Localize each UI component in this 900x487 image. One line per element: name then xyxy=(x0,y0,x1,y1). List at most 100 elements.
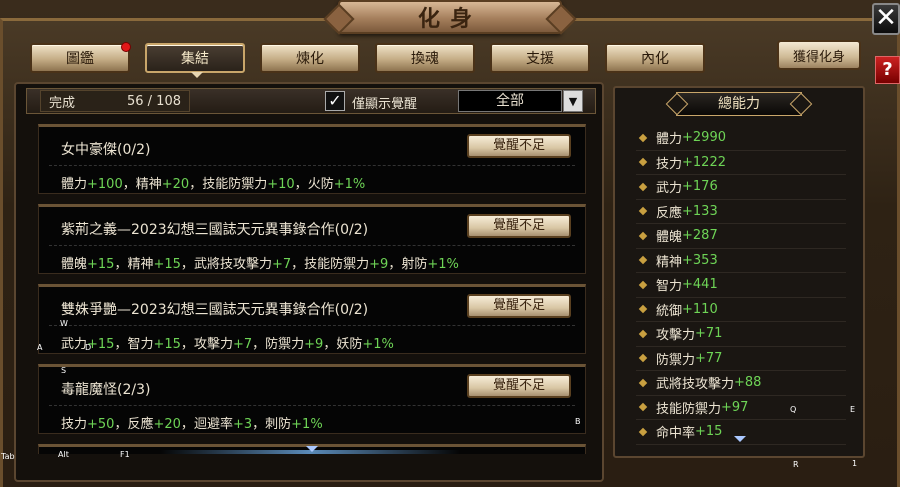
total-stat-row: 體魄 +287 xyxy=(636,224,846,249)
total-stat-value: +287 xyxy=(682,228,718,244)
hotkey-label: Q xyxy=(790,405,797,414)
awaken-button[interactable]: 覺醒不足 xyxy=(467,214,571,238)
tab-label: 換魂 xyxy=(411,51,439,67)
diamond-bullet-icon xyxy=(638,329,648,338)
hotkey-label: W xyxy=(60,319,68,328)
stat-separator: ， xyxy=(388,257,402,272)
tab-gather[interactable]: 集結 xyxy=(145,43,245,78)
scroll-down-icon[interactable] xyxy=(734,436,746,442)
total-stat-value: +441 xyxy=(682,277,718,293)
awaken-button[interactable]: 覺醒不足 xyxy=(467,374,571,398)
tab-refine[interactable]: 煉化 xyxy=(260,43,360,73)
total-stat-value: +110 xyxy=(682,301,718,317)
stat-name: 技力 xyxy=(61,417,88,432)
stat-name: 體魄 xyxy=(61,257,88,272)
tab-label: 內化 xyxy=(641,51,669,67)
stat-bonus: +9 xyxy=(369,257,389,272)
diamond-bullet-icon xyxy=(638,133,648,142)
stat-separator: ， xyxy=(180,257,194,272)
stat-name: 防禦力 xyxy=(265,337,305,352)
total-stat-value: +176 xyxy=(682,179,718,195)
hotkey-label: F1 xyxy=(120,450,130,459)
stat-separator: ， xyxy=(294,177,308,192)
stat-bonus: +15 xyxy=(87,257,115,272)
total-stat-value: +71 xyxy=(695,326,723,342)
card-stats: 武力+15，智力+15，攻擊力+7，防禦力+9，妖防+1% xyxy=(61,333,394,352)
stat-name: 攻擊力 xyxy=(193,337,233,352)
stat-separator: ， xyxy=(323,337,337,352)
hotkey-label: R xyxy=(793,460,799,469)
stat-name: 精神 xyxy=(127,257,154,272)
card-title: 女中豪傑(0/2) xyxy=(61,142,151,158)
awakened-only-checkbox[interactable]: ✓ xyxy=(325,91,345,111)
stat-bonus: +1% xyxy=(362,337,394,352)
total-stat-row: 反應 +133 xyxy=(636,200,846,224)
hotkey-label: S xyxy=(61,366,67,375)
total-stat-value: +2990 xyxy=(682,130,726,146)
scroll-down-icon[interactable] xyxy=(306,446,318,452)
stat-bonus: +9 xyxy=(304,337,324,352)
collection-card: 毒龍魔怪(2/3) 覺醒不足 技力+50，反應+20，迴避率+3，刺防+1% xyxy=(38,364,586,434)
diamond-bullet-icon xyxy=(638,403,648,412)
total-stat-name: 統御 xyxy=(656,303,683,319)
tab-label: 圖鑑 xyxy=(66,51,94,67)
stat-bonus: +3 xyxy=(232,417,253,432)
tab-label: 集結 xyxy=(181,51,209,67)
stat-bonus: +10 xyxy=(267,177,295,192)
stat-name: 智力 xyxy=(127,337,154,352)
diamond-bullet-icon xyxy=(638,378,648,387)
stat-bonus: +7 xyxy=(232,337,253,352)
window-title: 化身 xyxy=(417,6,482,32)
total-stat-row: 技能防禦力 +97 xyxy=(636,396,846,420)
hotkey-label: Alt xyxy=(58,450,69,459)
stat-separator: ， xyxy=(114,417,128,432)
hotkey-label: 1 xyxy=(852,459,858,468)
card-title: 雙姝爭艷—2023幻想三國誌天元異事錄合作(0/2) xyxy=(61,302,369,318)
obtain-avatar-button[interactable]: 獲得化身 xyxy=(777,40,861,70)
total-stat-row: 防禦力 +77 xyxy=(636,347,846,371)
total-stat-value: +77 xyxy=(695,350,723,366)
stat-separator: ， xyxy=(252,337,266,352)
stat-bonus: +1% xyxy=(333,177,366,192)
card-title: 紫荊之義—2023幻想三國誌天元異事錄合作(0/2) xyxy=(61,222,369,238)
stat-bonus: +7 xyxy=(271,257,292,272)
total-stats-header: 總能力 xyxy=(676,92,802,116)
stat-name: 射防 xyxy=(401,257,428,272)
total-stat-row: 統御 +110 xyxy=(636,298,846,322)
hotkey-label: Tab xyxy=(1,452,15,461)
stat-bonus: +1% xyxy=(291,417,323,432)
stat-separator: ， xyxy=(114,257,128,272)
total-stat-name: 武將技攻擊力 xyxy=(656,377,735,393)
stat-bonus: +15 xyxy=(153,257,181,272)
total-stat-value: +133 xyxy=(682,203,718,219)
hotkey-label: E xyxy=(850,405,856,414)
progress-value: 56 / 108 xyxy=(127,93,181,109)
tab-illustrated[interactable]: 圖鑑 xyxy=(30,42,131,73)
stat-separator: ， xyxy=(189,177,203,192)
close-button[interactable]: ✕ xyxy=(872,3,900,35)
tab-support[interactable]: 支援 xyxy=(490,43,590,73)
total-stat-row: 體力 +2990 xyxy=(636,126,846,151)
diamond-bullet-icon xyxy=(638,354,648,363)
stat-bonus: +50 xyxy=(87,417,115,432)
total-stat-row: 武力 +176 xyxy=(636,175,846,200)
title-banner: 化身 xyxy=(338,0,562,34)
category-select[interactable]: 全部 xyxy=(458,90,562,112)
stat-separator: ， xyxy=(291,257,305,272)
total-stat-row: 武將技攻擊力 +88 xyxy=(636,371,846,396)
stat-name: 迴避率 xyxy=(193,417,233,432)
card-divider xyxy=(49,405,575,406)
diamond-bullet-icon xyxy=(638,182,648,191)
awaken-button[interactable]: 覺醒不足 xyxy=(467,134,571,158)
card-stats: 體力+100，精神+20，技能防禦力+10，火防+1% xyxy=(61,173,365,192)
help-button[interactable]: ? xyxy=(875,56,900,84)
tab-soul-swap[interactable]: 換魂 xyxy=(375,43,475,73)
dropdown-arrow-icon[interactable]: ▼ xyxy=(563,90,583,112)
diamond-bullet-icon xyxy=(638,256,648,265)
total-stat-value: +15 xyxy=(695,424,723,440)
card-divider xyxy=(49,325,575,326)
tab-internalize[interactable]: 內化 xyxy=(605,43,705,73)
stat-bonus: +20 xyxy=(161,177,190,192)
awaken-button[interactable]: 覺醒不足 xyxy=(467,294,571,318)
total-stat-value: +88 xyxy=(734,375,762,391)
